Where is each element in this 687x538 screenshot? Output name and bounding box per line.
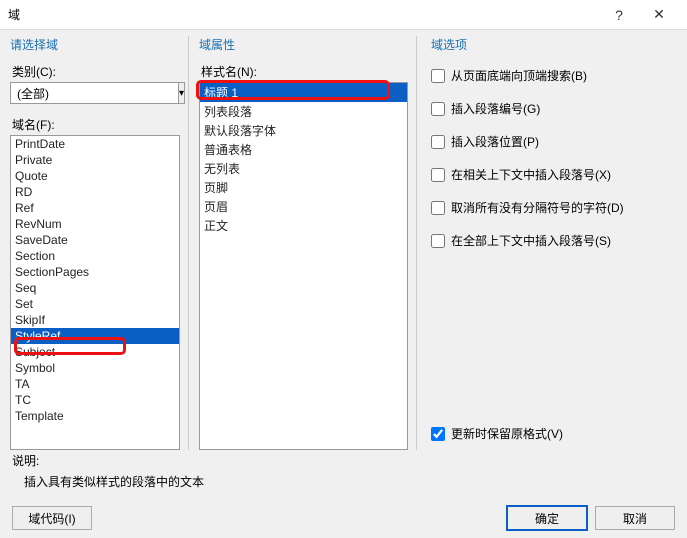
list-item[interactable]: Quote [11,168,179,184]
opt-label: 插入段落编号(G) [451,100,540,117]
list-item[interactable]: Template [11,408,179,424]
checkbox[interactable] [431,69,445,83]
list-item[interactable]: 普通表格 [200,140,407,159]
column-select-field: 请选择域 类别(C): ▾ 域名(F): PrintDatePrivateQuo… [10,36,180,450]
section-header-options: 域选项 [431,36,677,53]
category-combo[interactable]: ▾ [10,82,180,104]
category-label: 类别(C): [12,63,180,80]
opt-insert-para-num[interactable]: 插入段落编号(G) [431,100,677,117]
opt-label: 从页面底端向顶端搜索(B) [451,67,587,84]
checkbox[interactable] [431,234,445,248]
checkbox[interactable] [431,427,445,441]
checkbox[interactable] [431,135,445,149]
dialog-body: 请选择域 类别(C): ▾ 域名(F): PrintDatePrivateQuo… [0,30,687,450]
opt-preserve-format[interactable]: 更新时保留原格式(V) [431,425,677,442]
titlebar: 域 ? ✕ [0,0,687,30]
list-item[interactable]: 正文 [200,216,407,235]
opt-insert-para-pos[interactable]: 插入段落位置(P) [431,133,677,150]
opt-label: 在相关上下文中插入段落号(X) [451,166,611,183]
list-item[interactable]: 标题 1 [200,83,407,102]
list-item[interactable]: 默认段落字体 [200,121,407,140]
description-text: 插入具有类似样式的段落中的文本 [12,473,675,490]
dialog-title: 域 [8,6,599,23]
column-field-options: 域选项 从页面底端向顶端搜索(B) 插入段落编号(G) 插入段落位置(P) 在相… [416,36,677,450]
fieldcodes-button[interactable]: 域代码(I) [12,506,92,530]
opt-insert-para-full-context[interactable]: 在全部上下文中插入段落号(S) [431,232,677,249]
list-item[interactable]: Symbol [11,360,179,376]
list-item[interactable]: Subject [11,344,179,360]
column-field-props: 域属性 样式名(N): 标题 1列表段落默认段落字体普通表格无列表页脚页眉正文 [188,36,408,450]
list-item[interactable]: RD [11,184,179,200]
list-item[interactable]: TC [11,392,179,408]
checkbox[interactable] [431,201,445,215]
category-input[interactable] [10,82,178,104]
opt-insert-para-context[interactable]: 在相关上下文中插入段落号(X) [431,166,677,183]
list-item[interactable]: 页眉 [200,197,407,216]
list-item[interactable]: Ref [11,200,179,216]
opt-label: 取消所有没有分隔符号的字符(D) [451,199,624,216]
list-item[interactable]: Seq [11,280,179,296]
stylename-label: 样式名(N): [201,63,408,80]
dialog-footer: 域代码(I) 确定 取消 [0,500,687,538]
list-item[interactable]: SkipIf [11,312,179,328]
close-button[interactable]: ✕ [639,1,679,29]
checkbox[interactable] [431,168,445,182]
cancel-button[interactable]: 取消 [595,506,675,530]
list-item[interactable]: TA [11,376,179,392]
list-item[interactable]: PrintDate [11,136,179,152]
opt-label: 更新时保留原格式(V) [451,425,563,442]
chevron-down-icon[interactable]: ▾ [178,82,185,104]
list-item[interactable]: 页脚 [200,178,407,197]
opt-label: 在全部上下文中插入段落号(S) [451,232,611,249]
fieldname-label: 域名(F): [12,116,180,133]
list-item[interactable]: Private [11,152,179,168]
description-label: 说明: [12,452,675,469]
list-item[interactable]: RevNum [11,216,179,232]
help-button[interactable]: ? [599,1,639,29]
section-header-select: 请选择域 [10,36,180,53]
ok-button[interactable]: 确定 [507,506,587,530]
checkbox[interactable] [431,102,445,116]
list-item[interactable]: SaveDate [11,232,179,248]
list-item[interactable]: Section [11,248,179,264]
list-item[interactable]: 无列表 [200,159,407,178]
fieldname-listbox[interactable]: PrintDatePrivateQuoteRDRefRevNumSaveDate… [10,135,180,450]
opt-label: 插入段落位置(P) [451,133,539,150]
section-header-props: 域属性 [199,36,408,53]
list-item[interactable]: 列表段落 [200,102,407,121]
list-item[interactable]: Set [11,296,179,312]
list-item[interactable]: SectionPages [11,264,179,280]
list-item[interactable]: StyleRef [11,328,179,344]
opt-search-bottom[interactable]: 从页面底端向顶端搜索(B) [431,67,677,84]
stylename-listbox[interactable]: 标题 1列表段落默认段落字体普通表格无列表页脚页眉正文 [199,82,408,450]
opt-suppress-nondelim[interactable]: 取消所有没有分隔符号的字符(D) [431,199,677,216]
description-area: 说明: 插入具有类似样式的段落中的文本 [0,450,687,500]
